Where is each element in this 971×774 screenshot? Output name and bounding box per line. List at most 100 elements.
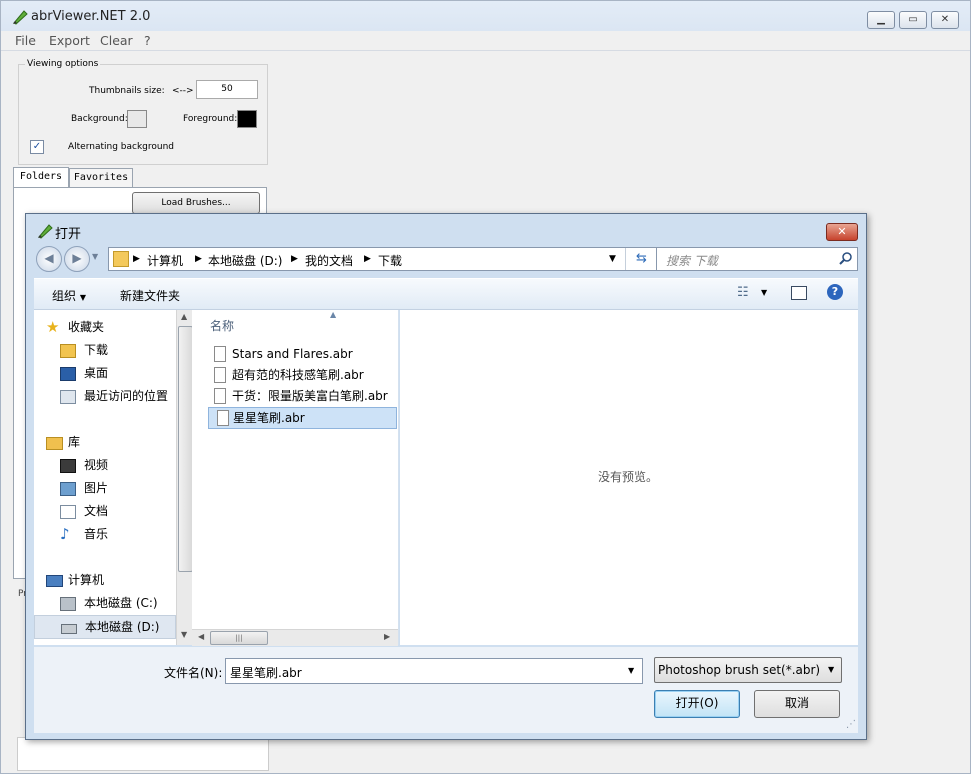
folder-icon xyxy=(113,251,129,267)
breadcrumb-documents[interactable]: 我的文档 xyxy=(305,252,353,269)
file-item[interactable]: 干货：限量版美富白笔刷.abr xyxy=(206,386,396,406)
address-bar[interactable]: ▶ 计算机 ▶ 本地磁盘 (D:) ▶ 我的文档 ▶ 下载 ▼ ⇆ xyxy=(108,247,658,271)
menu-export[interactable]: Export xyxy=(49,33,90,48)
nav-item-music[interactable]: ♪ 音乐 xyxy=(34,523,176,545)
breadcrumb-drive-d[interactable]: 本地磁盘 (D:) xyxy=(208,252,282,269)
search-icon[interactable] xyxy=(839,252,853,266)
search-input[interactable]: 搜索 下载 xyxy=(656,247,858,271)
organize-label: 组织 xyxy=(52,289,77,303)
tab-folders[interactable]: Folders xyxy=(13,167,69,188)
filename-input[interactable]: 星星笔刷.abr ▼ xyxy=(225,658,643,684)
thumbnails-size-input[interactable]: 50 xyxy=(196,80,258,99)
navigation-pane: ★ 收藏夹 下载 桌面 最近访问的位置 库 视频 图片 文档 ♪ 音乐 计算机 … xyxy=(34,310,176,645)
foreground-color-swatch[interactable] xyxy=(237,110,257,128)
resize-grip-icon[interactable]: ⋰ xyxy=(846,719,856,730)
breadcrumb-separator-icon[interactable]: ▶ xyxy=(364,254,371,264)
help-icon[interactable]: ? xyxy=(827,284,843,300)
dialog-title: 打开 xyxy=(55,227,82,242)
nav-item-documents[interactable]: 文档 xyxy=(34,500,176,522)
recent-places-icon xyxy=(60,390,76,404)
chevron-down-icon: ▼ xyxy=(79,293,86,302)
breadcrumb-computer[interactable]: 计算机 xyxy=(147,252,183,269)
nav-item-label: 最近访问的位置 xyxy=(84,389,169,403)
filetype-dropdown-icon: ▼ xyxy=(828,665,835,674)
breadcrumb-separator-icon[interactable]: ▶ xyxy=(291,254,298,264)
file-name: Stars and Flares.abr xyxy=(232,347,353,361)
file-list-hscrollbar[interactable]: ◀ ||| ▶ xyxy=(192,629,398,646)
nav-item-label: 下载 xyxy=(84,343,109,357)
open-button[interactable]: 打开(O) xyxy=(654,690,740,718)
menu-clear[interactable]: Clear xyxy=(100,33,133,48)
file-icon xyxy=(217,410,229,426)
file-name: 星星笔刷.abr xyxy=(233,411,305,425)
nav-item-drive-c[interactable]: 本地磁盘 (C:) xyxy=(34,592,176,614)
scroll-up-icon[interactable]: ▲ xyxy=(181,312,187,321)
background-color-swatch[interactable] xyxy=(127,110,147,128)
app-title: abrViewer.NET 2.0 xyxy=(31,9,151,24)
nav-item-label: 本地磁盘 (C:) xyxy=(84,596,158,610)
file-icon xyxy=(214,346,226,362)
back-button[interactable]: ◀ xyxy=(36,246,62,272)
cancel-button[interactable]: 取消 xyxy=(754,690,840,718)
bottom-list-panel xyxy=(17,737,269,771)
new-folder-button[interactable]: 新建文件夹 xyxy=(120,287,180,304)
file-item[interactable]: 超有范的科技感笔刷.abr xyxy=(206,365,396,385)
preview-pane-icon[interactable] xyxy=(791,286,807,300)
nav-computer[interactable]: 计算机 xyxy=(34,569,176,591)
nav-item-drive-d[interactable]: 本地磁盘 (D:) xyxy=(34,615,176,639)
nav-item-label: 本地磁盘 (D:) xyxy=(85,620,160,634)
breadcrumb-downloads[interactable]: 下载 xyxy=(378,252,402,269)
filename-dropdown-icon[interactable]: ▼ xyxy=(628,666,634,675)
breadcrumb-separator-icon[interactable]: ▶ xyxy=(133,254,140,264)
refresh-icon[interactable]: ⇆ xyxy=(625,248,657,270)
file-item-selected[interactable]: 星星笔刷.abr xyxy=(208,407,397,429)
scroll-right-icon[interactable]: ▶ xyxy=(384,632,390,641)
menu-file[interactable]: File xyxy=(15,33,36,48)
nav-item-label: 桌面 xyxy=(84,366,109,380)
nav-item-downloads[interactable]: 下载 xyxy=(34,339,176,361)
alternating-background-checkbox[interactable]: ✓ xyxy=(30,140,44,154)
file-icon xyxy=(214,388,226,404)
star-icon: ★ xyxy=(46,318,60,336)
nav-computer-label: 计算机 xyxy=(68,573,105,587)
sort-ascending-icon: ▲ xyxy=(330,310,337,319)
nav-scroll-thumb[interactable] xyxy=(178,326,193,572)
nav-library[interactable]: 库 xyxy=(34,431,176,453)
load-brushes-button[interactable]: Load Brushes... xyxy=(132,192,260,214)
organize-menu-button[interactable]: 组织 ▼ xyxy=(52,287,86,304)
filetype-select[interactable]: Photoshop brush set(*.abr) ▼ xyxy=(654,657,842,683)
breadcrumb-separator-icon[interactable]: ▶ xyxy=(195,254,202,264)
address-dropdown-icon[interactable]: ▼ xyxy=(609,254,616,264)
column-header-name[interactable]: 名称 xyxy=(210,317,234,334)
foreground-label: Foreground: xyxy=(183,114,238,124)
thumbnails-arrows-label: <--> xyxy=(172,86,194,96)
nav-favorites[interactable]: ★ 收藏夹 xyxy=(34,316,176,338)
minimize-button[interactable]: ▁ xyxy=(867,11,895,29)
filetype-value: Photoshop brush set(*.abr) xyxy=(658,663,821,677)
dialog-brush-icon xyxy=(38,224,53,239)
view-options-icon[interactable]: ☷ xyxy=(737,285,749,300)
scroll-down-icon[interactable]: ▼ xyxy=(181,630,187,639)
maximize-button[interactable]: ▭ xyxy=(899,11,927,29)
dialog-close-button[interactable]: ✕ xyxy=(826,223,858,241)
nav-item-pictures[interactable]: 图片 xyxy=(34,477,176,499)
tab-favorites[interactable]: Favorites xyxy=(69,168,133,187)
history-dropdown-icon[interactable]: ▼ xyxy=(92,252,98,261)
nav-item-recent-places[interactable]: 最近访问的位置 xyxy=(34,385,176,407)
app-titlebar: abrViewer.NET 2.0 ▁ ▭ ✕ xyxy=(1,1,970,31)
nav-item-desktop[interactable]: 桌面 xyxy=(34,362,176,384)
filename-value: 星星笔刷.abr xyxy=(230,666,302,680)
close-window-button[interactable]: ✕ xyxy=(931,11,959,29)
view-dropdown-icon[interactable]: ▼ xyxy=(761,288,767,297)
hscroll-thumb[interactable]: ||| xyxy=(210,631,268,645)
nav-scrollbar[interactable]: ▲ ▼ xyxy=(176,310,193,645)
scroll-left-icon[interactable]: ◀ xyxy=(198,632,204,641)
forward-button[interactable]: ▶ xyxy=(64,246,90,272)
thumbnails-size-label: Thumbnails size: xyxy=(89,86,165,96)
menu-help[interactable]: ? xyxy=(144,33,151,48)
viewing-options-legend: Viewing options xyxy=(27,59,99,69)
app-brush-icon xyxy=(13,10,28,25)
file-item[interactable]: Stars and Flares.abr xyxy=(206,344,396,364)
menubar: File Export Clear ? xyxy=(1,31,970,51)
nav-item-videos[interactable]: 视频 xyxy=(34,454,176,476)
